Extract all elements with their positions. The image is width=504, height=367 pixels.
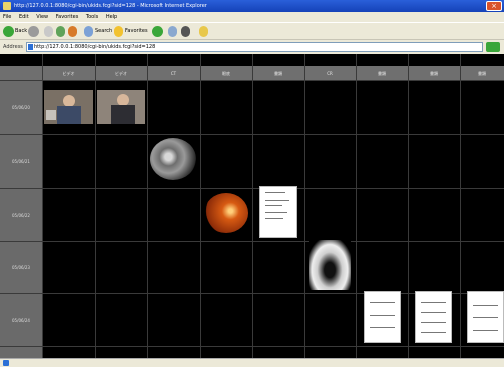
row-header-partial xyxy=(0,347,42,358)
doc-text-line xyxy=(370,327,395,328)
column-header-document-1[interactable]: 書類 xyxy=(252,66,304,80)
forward-arrow-icon[interactable] xyxy=(28,26,39,37)
document-thumbnail-3[interactable] xyxy=(415,291,452,343)
folder-icon[interactable] xyxy=(199,26,208,37)
address-input[interactable]: http://127.0.0.1:8080/cgi-bin/ukids.fcgi… xyxy=(26,42,483,52)
grid-line xyxy=(42,54,43,358)
favorites-button-label[interactable]: Favorites xyxy=(125,26,148,37)
doc-text-line xyxy=(473,317,498,318)
window-title: http://127.0.0.1:8080/cgi-bin/ukids.fcgi… xyxy=(14,3,207,9)
doc-text-line xyxy=(265,199,289,201)
document-thumbnail-1[interactable] xyxy=(259,186,297,238)
address-url[interactable]: http://127.0.0.1:8080/cgi-bin/ukids.fcgi… xyxy=(34,44,155,50)
menu-help[interactable]: Help xyxy=(106,14,117,20)
favorites-star-icon[interactable] xyxy=(114,26,123,37)
grid-line xyxy=(0,346,504,347)
grid-line xyxy=(408,54,409,358)
window-title-bar: http://127.0.0.1:8080/cgi-bin/ukids.fcgi… xyxy=(0,0,504,12)
row-header-date-3[interactable]: 05/06/22 xyxy=(0,189,42,241)
grid-line xyxy=(0,80,504,81)
doc-text-line xyxy=(473,304,498,306)
go-button[interactable] xyxy=(486,42,500,52)
close-window-button[interactable]: × xyxy=(486,1,502,11)
search-icon[interactable] xyxy=(84,26,93,37)
row-header-date-5[interactable]: 05/06/24 xyxy=(0,294,42,346)
column-header-video-2[interactable]: ビデオ xyxy=(95,66,147,80)
grid-line xyxy=(95,54,96,358)
ct-scan-thumbnail[interactable] xyxy=(150,138,196,180)
grid-line xyxy=(0,134,504,135)
grid-line xyxy=(0,188,504,189)
address-bar: Address http://127.0.0.1:8080/cgi-bin/uk… xyxy=(0,39,504,54)
grid-line xyxy=(252,54,253,358)
doc-text-line xyxy=(370,314,395,316)
row-header-date-1[interactable]: 05/06/20 xyxy=(0,81,42,134)
timeline-grid: ビデオ ビデオ CT 眼底 書類 CR 書類 書類 書類 05/06/20 05… xyxy=(0,54,504,358)
doc-text-line xyxy=(265,212,287,213)
home-icon[interactable] xyxy=(68,26,77,37)
doc-text-line xyxy=(421,332,446,333)
chest-xray-thumbnail[interactable] xyxy=(309,240,351,290)
row-header-date-2[interactable]: 05/06/21 xyxy=(0,135,42,188)
column-header-cr[interactable]: CR xyxy=(304,66,356,80)
history-icon[interactable] xyxy=(168,26,177,37)
doc-text-line xyxy=(421,312,446,313)
column-header-ct[interactable]: CT xyxy=(147,66,200,80)
ie-app-icon xyxy=(3,2,11,10)
back-arrow-icon[interactable] xyxy=(3,26,14,37)
grid-line xyxy=(304,54,305,358)
grid-line xyxy=(200,54,201,358)
document-thumbnail-2[interactable] xyxy=(364,291,401,343)
search-button-label[interactable]: Search xyxy=(95,26,112,37)
menu-view[interactable]: View xyxy=(36,14,48,20)
grid-line xyxy=(0,241,504,242)
column-header-video-1[interactable]: ビデオ xyxy=(42,66,95,80)
person-body-icon xyxy=(57,106,81,124)
document-thumbnail-4[interactable] xyxy=(467,291,504,343)
grid-line xyxy=(460,54,461,358)
person-body-icon xyxy=(111,105,135,124)
address-label: Address xyxy=(3,44,23,50)
row-header-date-4[interactable]: 05/06/23 xyxy=(0,242,42,293)
doc-text-line xyxy=(265,204,282,206)
column-header-document-3[interactable]: 書類 xyxy=(408,66,460,80)
video-thumbnail-2[interactable] xyxy=(97,90,145,124)
menu-edit[interactable]: Edit xyxy=(19,14,29,20)
doc-text-line xyxy=(265,192,286,193)
doc-text-line xyxy=(421,322,446,323)
menu-favorites[interactable]: Favorites xyxy=(56,14,79,20)
grid-line xyxy=(356,54,357,358)
monitor-icon xyxy=(46,110,56,120)
column-header-document-2[interactable]: 書類 xyxy=(356,66,408,80)
doc-text-line xyxy=(473,329,498,331)
media-icon[interactable] xyxy=(152,26,163,37)
menu-tools[interactable]: Tools xyxy=(86,14,98,20)
doc-text-line xyxy=(265,218,284,219)
doc-text-line xyxy=(421,302,446,303)
refresh-icon[interactable] xyxy=(56,26,65,37)
menu-bar: File Edit View Favorites Tools Help xyxy=(0,12,504,22)
column-header-document-4[interactable]: 書類 xyxy=(460,66,504,80)
video-thumbnail-1[interactable] xyxy=(44,90,93,124)
fundus-image-thumbnail[interactable] xyxy=(204,193,248,233)
stop-icon[interactable] xyxy=(44,26,53,37)
column-header-fundus[interactable]: 眼底 xyxy=(200,66,252,80)
doc-text-line xyxy=(370,302,395,303)
mail-icon[interactable] xyxy=(181,26,190,37)
page-icon xyxy=(28,44,33,50)
grid-line xyxy=(147,54,148,358)
back-button-label[interactable]: Back xyxy=(15,26,27,37)
status-bar xyxy=(0,358,504,367)
page-status-icon xyxy=(3,360,9,366)
menu-file[interactable]: File xyxy=(3,14,11,20)
standard-toolbar: Back Search Favorites xyxy=(0,22,504,39)
